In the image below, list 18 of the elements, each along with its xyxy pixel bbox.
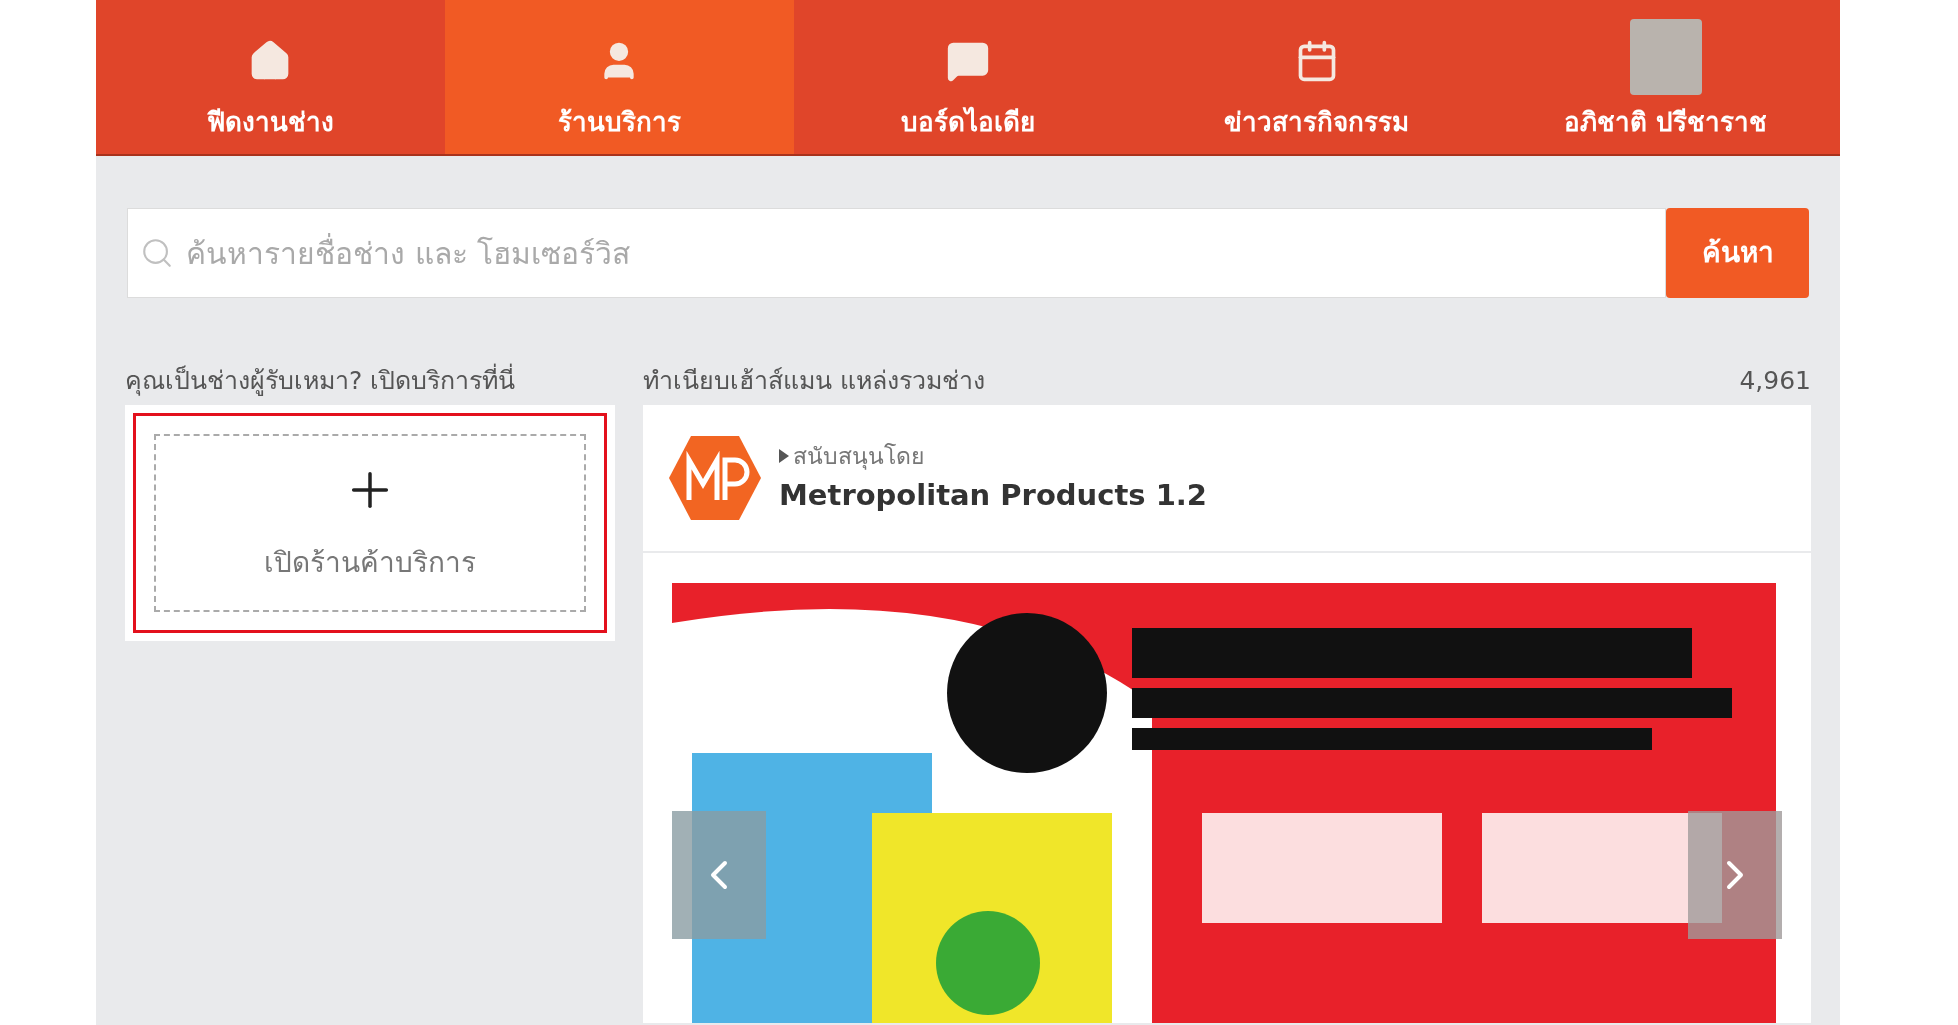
section-heading: ทำเนียบเฮ้าส์แมน แหล่งรวมช่าง [643,365,985,397]
triangle-icon [779,449,789,464]
search-button[interactable]: ค้นหา [1666,208,1809,298]
nav-tab[interactable]: อภิชาติ ปรีชาราช [1491,0,1840,154]
search-input[interactable]: ค้นหารายชื่อช่าง และ โฮมเซอร์วิส [186,230,1653,276]
search-icon [140,236,174,270]
search-field[interactable]: ค้นหารายชื่อช่าง และ โฮมเซอร์วิส [127,208,1666,298]
section-heading: คุณเป็นช่างผู้รับเหมา? เปิดบริการที่นี่ [125,362,615,402]
nav-tab[interactable]: บอร์ดไอเดีย [793,0,1143,154]
count-text: 4,961 [1739,365,1811,397]
nav-tab[interactable]: ฟีดงานช่าง [96,0,445,154]
nav-tab[interactable]: ข่าวสารกิจกรรม [1142,0,1492,154]
sponsor-label: สนับสนุนโดย [793,442,924,472]
next-button[interactable] [1688,811,1782,939]
previous-button[interactable] [672,811,766,939]
sponsor-name: Metropolitan Products 1.2 [779,476,1208,514]
open-shop-button[interactable]: เปิดร้านค้าบริการ [154,434,586,612]
nav-tab[interactable]: ร้านบริการ [444,0,794,154]
